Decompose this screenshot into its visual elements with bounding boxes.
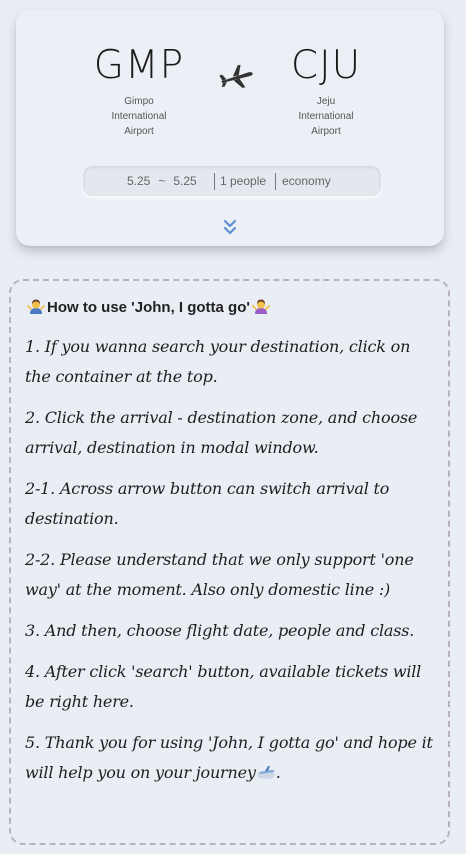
guide-steps: 1. If you wanna search your destination,…: [25, 332, 439, 799]
guide-title-row: How to use 'John, I gotta go': [27, 298, 270, 316]
divider: [214, 172, 215, 190]
departure-code: GMP: [93, 43, 185, 88]
departure-airport[interactable]: GMP Gimpo International Airport: [79, 43, 199, 139]
seat-class[interactable]: economy: [282, 174, 331, 188]
departure-name: Gimpo International Airport: [111, 96, 167, 137]
divider: [275, 172, 276, 190]
guide-step-1: 1. If you wanna search your destination,…: [25, 337, 411, 386]
guide-step-2-2: 2-2. Please understand that we only supp…: [25, 550, 414, 599]
date-to: 5.25: [173, 174, 197, 188]
guide-step-5: 5. Thank you for using 'John, I gotta go…: [25, 733, 433, 782]
guide-step-5-row: 5. Thank you for using 'John, I gotta go…: [25, 733, 433, 782]
arrival-airport[interactable]: CJU Jeju International Airport: [266, 43, 386, 139]
guide-step-4: 4. After click 'search' button, availabl…: [25, 662, 422, 711]
people-count[interactable]: 1 people: [220, 174, 270, 188]
guide-title: How to use 'John, I gotta go': [47, 298, 250, 316]
double-chevron-down-icon[interactable]: [223, 218, 237, 236]
search-options-bar[interactable]: 5.25 ~ 5.25 1 people economy: [83, 166, 381, 196]
date-tilde: ~: [158, 174, 166, 188]
date-range[interactable]: 5.25 ~ 5.25: [127, 174, 209, 188]
person-shrugging-emoji-icon: [252, 299, 270, 314]
airplane-emoji-icon: [256, 766, 275, 779]
guide-step-3: 3. And then, choose flight date, people …: [25, 621, 415, 640]
guide-step-2-1: 2-1. Across arrow button can switch arri…: [25, 479, 390, 528]
date-from: 5.25: [127, 174, 151, 188]
search-container[interactable]: GMP Gimpo International Airport CJU Jeju…: [16, 10, 444, 246]
guide-step-2: 2. Click the arrival - destination zone,…: [25, 408, 418, 457]
arrival-name: Jeju International Airport: [298, 96, 354, 137]
arrival-code: CJU: [290, 43, 362, 88]
usage-guide: How to use 'John, I gotta go' 1. If you …: [9, 279, 450, 845]
airplane-icon[interactable]: [218, 64, 254, 90]
person-shrugging-emoji-icon: [27, 299, 45, 314]
